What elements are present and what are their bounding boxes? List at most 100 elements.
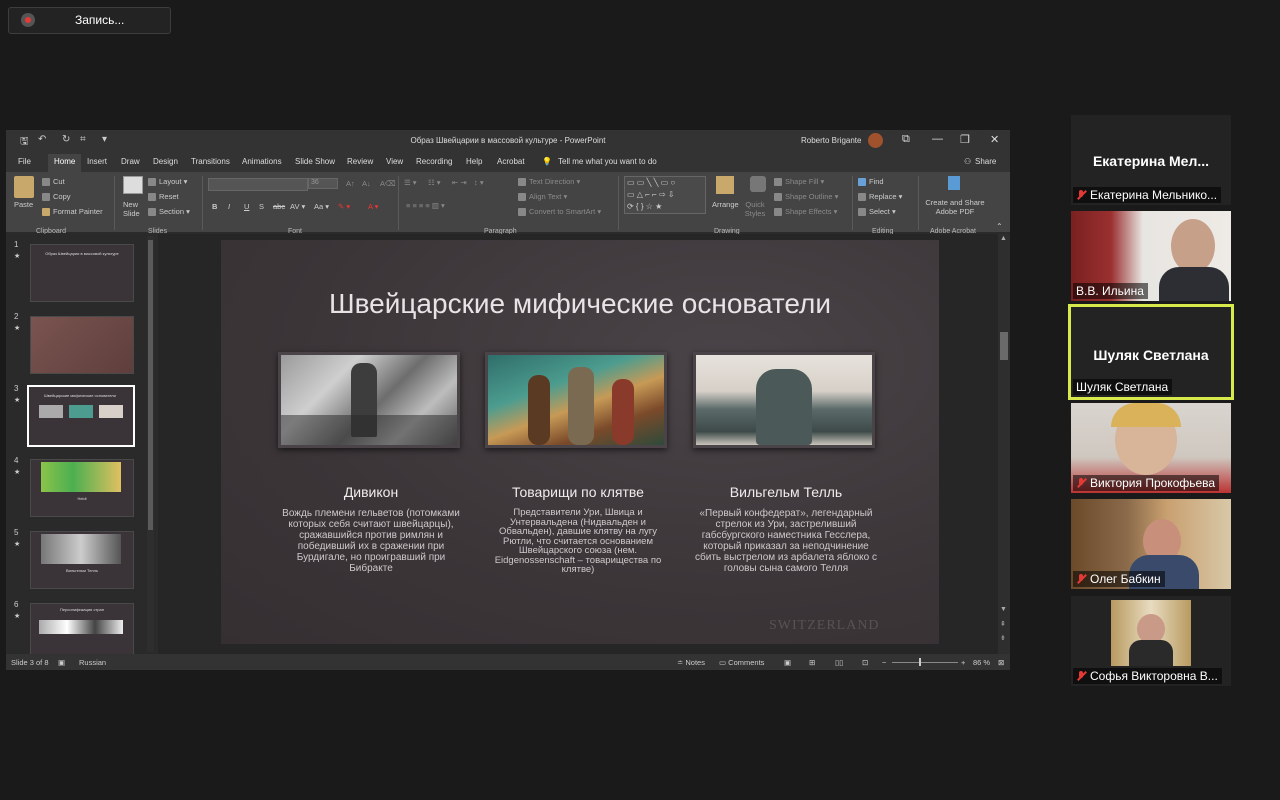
find-button[interactable]: Find: [858, 177, 884, 187]
paste-icon[interactable]: [14, 176, 34, 198]
column-text-1[interactable]: Вождь племени гельветов (потомками котор…: [279, 508, 463, 574]
adobe-pdf-icon[interactable]: [948, 176, 960, 190]
restore-icon[interactable]: ❐: [960, 133, 970, 146]
scroll-up-icon[interactable]: ▲: [1000, 235, 1007, 242]
shapes-gallery[interactable]: ▭ ▭ ╲ ╲ ▭ ○ ▭ △ ⌐ ⌐ ⇨ ⇩ ⟳ { } ☆ ★: [624, 176, 706, 214]
tab-animations[interactable]: Animations: [242, 157, 282, 166]
participant-tile-2[interactable]: В.В. Ильина: [1071, 211, 1231, 301]
fit-to-window-icon[interactable]: ⊠: [998, 658, 1004, 667]
notes-button[interactable]: ≐ Notes: [677, 658, 705, 667]
tell-me-box[interactable]: Tell me what you want to do: [558, 157, 657, 166]
tab-review[interactable]: Review: [347, 157, 373, 166]
column-heading-1[interactable]: Дивикон: [271, 484, 471, 500]
tab-slide-show[interactable]: Slide Show: [295, 157, 335, 166]
strikethrough-button[interactable]: abc: [273, 202, 285, 211]
italic-button[interactable]: I: [228, 202, 230, 211]
new-slide-icon[interactable]: [123, 176, 143, 194]
scroll-thumb[interactable]: [148, 240, 153, 530]
quick-styles-icon[interactable]: [750, 176, 766, 192]
arrange-icon[interactable]: [716, 176, 734, 194]
william-tell-image[interactable]: [693, 352, 875, 448]
shape-fill-button[interactable]: Shape Fill ▾: [774, 177, 824, 187]
participant-tile-4[interactable]: Виктория Прокофьева: [1071, 403, 1231, 493]
new-slide-button[interactable]: New Slide: [123, 200, 143, 218]
slide-sorter-icon[interactable]: ⊞: [809, 658, 815, 667]
font-size-box[interactable]: 36: [308, 178, 338, 189]
cut-button[interactable]: Cut: [42, 177, 65, 187]
ribbon-display-options-icon[interactable]: ⧉: [902, 133, 910, 146]
normal-view-icon[interactable]: ▣: [784, 658, 791, 667]
arrange-button[interactable]: Arrange: [712, 200, 739, 209]
scroll-thumb[interactable]: [1000, 332, 1008, 360]
increase-font-icon[interactable]: A↑: [346, 179, 355, 188]
zoom-level[interactable]: 86 %: [973, 658, 990, 667]
slide-thumbnail-4[interactable]: Heidi: [30, 459, 134, 517]
slide-thumbnail-3[interactable]: Швейцарские мифические основатели: [27, 385, 135, 447]
divico-image[interactable]: [278, 352, 460, 448]
change-case-icon[interactable]: Aa ▾: [314, 202, 329, 211]
shape-effects-button[interactable]: Shape Effects ▾: [774, 207, 837, 217]
align-icons[interactable]: ≡ ≡ ≡ ≡ ▥ ▾: [406, 201, 445, 210]
bullets-icon[interactable]: ☰ ▾: [404, 178, 417, 187]
oath-comrades-image[interactable]: [485, 352, 667, 448]
tab-help[interactable]: Help: [466, 157, 482, 166]
tab-insert[interactable]: Insert: [87, 157, 107, 166]
participant-tile-6[interactable]: Софья Викторовна В...: [1071, 596, 1231, 686]
tab-file[interactable]: File: [18, 157, 31, 166]
layout-button[interactable]: Layout ▾: [148, 177, 187, 187]
column-text-2[interactable]: Представители Ури, Швица и Унтервальдена…: [486, 508, 670, 575]
char-spacing-icon[interactable]: AV ▾: [290, 202, 305, 211]
create-share-pdf-button[interactable]: Create and Share Adobe PDF: [922, 198, 988, 216]
tab-transitions[interactable]: Transitions: [191, 157, 230, 166]
zoom-in-icon[interactable]: +: [961, 658, 965, 667]
text-direction-button[interactable]: Text Direction ▾: [518, 177, 580, 187]
tab-home[interactable]: Home: [48, 154, 82, 172]
zoom-slider-handle[interactable]: [919, 658, 921, 666]
collapse-ribbon-icon[interactable]: ⌃: [996, 222, 1003, 231]
convert-smartart-button[interactable]: Convert to SmartArt ▾: [518, 207, 601, 217]
paste-button[interactable]: Paste: [14, 200, 33, 209]
tab-design[interactable]: Design: [153, 157, 178, 166]
font-name-box[interactable]: [208, 178, 308, 191]
zoom-slider[interactable]: [892, 662, 958, 663]
underline-button[interactable]: U: [244, 202, 249, 211]
share-button[interactable]: Share: [975, 157, 996, 166]
clear-formatting-icon[interactable]: A⌫: [380, 179, 396, 188]
shape-outline-button[interactable]: Shape Outline ▾: [774, 192, 838, 202]
tab-acrobat[interactable]: Acrobat: [497, 157, 525, 166]
recording-indicator[interactable]: Запись...: [8, 7, 171, 34]
quick-styles-button[interactable]: Quick Styles: [742, 200, 768, 218]
spell-check-icon[interactable]: ▣: [58, 658, 65, 667]
line-spacing-icon[interactable]: ↕ ▾: [474, 178, 484, 187]
share-icon[interactable]: ⚇: [964, 157, 971, 166]
language-indicator[interactable]: Russian: [79, 658, 106, 667]
bold-button[interactable]: B: [212, 202, 217, 211]
tab-view[interactable]: View: [386, 157, 403, 166]
next-slide-icon[interactable]: ⇟: [1000, 634, 1006, 642]
slide-scrollbar[interactable]: ▲ ▼ ⇞ ⇟: [998, 234, 1010, 654]
column-heading-2[interactable]: Товарищи по клятве: [478, 484, 678, 500]
shadow-button[interactable]: S: [259, 202, 264, 211]
indent-icons[interactable]: ⇤ ⇥: [452, 178, 467, 187]
slide-thumbnail-5[interactable]: Вильгельм Телль: [30, 531, 134, 589]
participant-tile-5[interactable]: Олег Бабкин: [1071, 499, 1231, 589]
slide-thumbnail-6[interactable]: Персонификация стран: [30, 603, 134, 661]
reading-view-icon[interactable]: ▯▯: [835, 658, 843, 667]
participant-tile-3-active-speaker[interactable]: Шуляк Светлана Шуляк Светлана: [1068, 304, 1234, 400]
section-button[interactable]: Section ▾: [148, 207, 190, 217]
zoom-out-icon[interactable]: −: [882, 658, 886, 667]
close-icon[interactable]: ✕: [990, 133, 999, 146]
decrease-font-icon[interactable]: A↓: [362, 179, 371, 188]
copy-button[interactable]: Copy: [42, 192, 71, 202]
column-heading-3[interactable]: Вильгельм Телль: [686, 484, 886, 500]
current-slide[interactable]: SWITZERLAND Швейцарские мифические основ…: [221, 240, 939, 644]
tab-draw[interactable]: Draw: [121, 157, 140, 166]
participant-tile-1[interactable]: Екатерина Мел... Екатерина Мельнико...: [1071, 115, 1231, 205]
comments-button[interactable]: ▭ Comments: [719, 658, 764, 667]
column-text-3[interactable]: «Первый конфедерат», легендарный стрелок…: [694, 508, 878, 574]
format-painter-button[interactable]: Format Painter: [42, 207, 103, 217]
user-avatar[interactable]: [868, 133, 883, 148]
font-color-icon[interactable]: A ▾: [368, 202, 378, 211]
highlight-icon[interactable]: ✎ ▾: [338, 202, 350, 211]
replace-button[interactable]: Replace ▾: [858, 192, 902, 202]
